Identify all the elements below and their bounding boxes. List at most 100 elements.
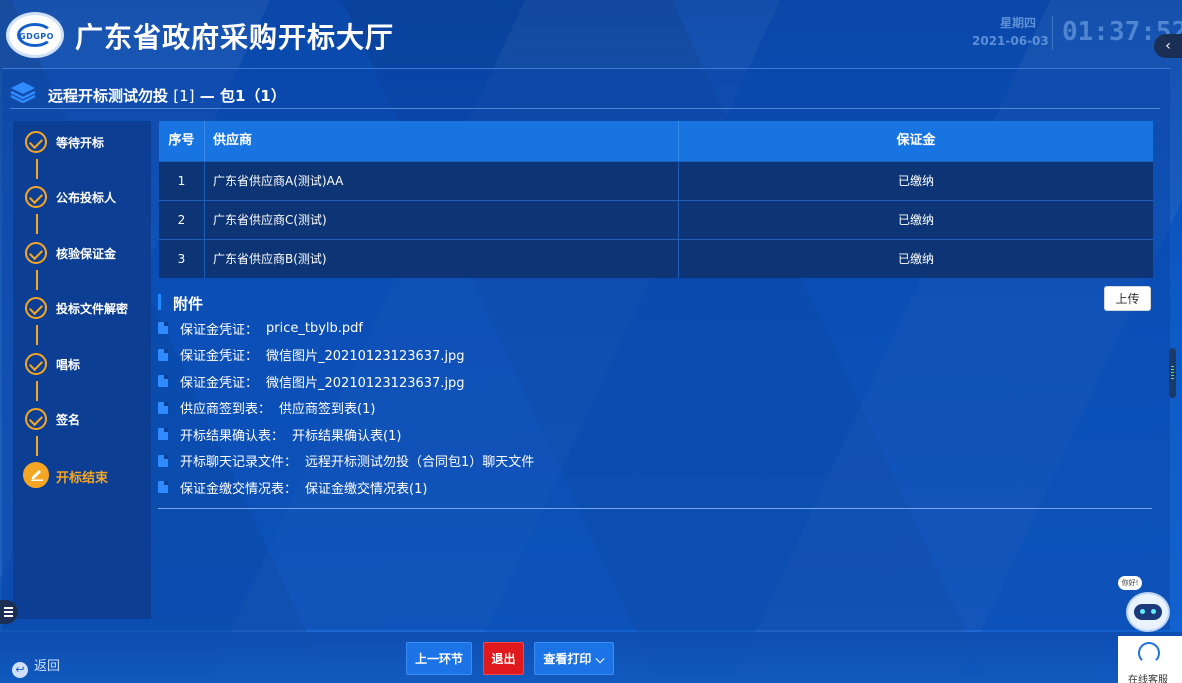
- table-row: 1 广东省供应商A(测试)AA 已缴纳: [159, 161, 1153, 200]
- file-icon: [158, 401, 168, 414]
- check-icon: [25, 186, 47, 208]
- step-label: 唱标: [56, 358, 81, 372]
- step-label: 签名: [56, 413, 81, 427]
- step-label: 核验保证金: [56, 247, 117, 261]
- header: GDGPO 广东省政府采购开标大厅 星期四 2021-06-03 01:37:5…: [0, 0, 1182, 66]
- column-header-deposit: 保证金: [896, 133, 936, 148]
- page-title-main: 远程开标测试勿投: [48, 87, 169, 105]
- cell-supplier: 广东省供应商A(测试)AA: [205, 162, 679, 200]
- step-item: 唱标: [25, 353, 151, 375]
- attachment-item[interactable]: 开标聊天记录文件： 远程开标测试勿投（合同包1）聊天文件: [158, 448, 1152, 475]
- weekday: 星期四: [1000, 16, 1037, 30]
- attachments-list: 保证金凭证： price_tbylb.pdf 保证金凭证： 微信图片_20210…: [158, 315, 1152, 501]
- cell-index: 3: [159, 240, 205, 278]
- back-arrow-icon: ↩: [12, 662, 28, 678]
- attachment-item[interactable]: 供应商签到表： 供应商签到表(1): [158, 395, 1152, 422]
- robot-icon: [1126, 592, 1170, 632]
- exit-button[interactable]: 退出: [483, 642, 524, 675]
- file-icon: [158, 454, 168, 467]
- attachment-link[interactable]: 开标结果确认表(1): [292, 425, 401, 444]
- chevron-down-icon: ⌵: [591, 652, 605, 666]
- attachment-key: 开标聊天记录文件：: [180, 455, 298, 471]
- check-icon: [25, 131, 47, 153]
- table-header: 序号 供应商 保证金: [159, 121, 1153, 161]
- check-icon: [25, 353, 47, 375]
- view-print-button[interactable]: 查看打印 ⌵: [534, 642, 614, 675]
- file-icon: [158, 481, 168, 494]
- check-icon: [25, 408, 47, 430]
- attachment-item[interactable]: 保证金凭证： 微信图片_20210123123637.jpg: [158, 342, 1152, 369]
- column-header-index: 序号: [159, 121, 205, 161]
- menu-icon: [4, 607, 13, 609]
- attachment-item[interactable]: 保证金凭证： price_tbylb.pdf: [158, 315, 1152, 342]
- attachment-link[interactable]: 微信图片_20210123123637.jpg: [266, 372, 465, 391]
- view-print-label: 查看打印: [543, 652, 592, 666]
- step-label: 投标文件解密: [56, 302, 129, 316]
- attachment-link[interactable]: 微信图片_20210123123637.jpg: [266, 345, 465, 364]
- step-item: 核验保证金: [25, 242, 151, 264]
- headset-icon: [1138, 642, 1160, 664]
- file-icon: [158, 322, 168, 335]
- chevron-left-icon[interactable]: ‹: [1154, 34, 1182, 58]
- step-sidebar: 等待开标 公布投标人 核验保证金 投标文件解密 唱标 签名 开标结束: [13, 121, 151, 619]
- layers-icon: [10, 82, 36, 103]
- file-icon: [158, 375, 168, 388]
- assistant-robot[interactable]: 你好!: [1116, 574, 1176, 636]
- attachment-item[interactable]: 保证金凭证： 微信图片_20210123123637.jpg: [158, 368, 1152, 395]
- table-row: 3 广东省供应商B(测试) 已缴纳: [159, 239, 1153, 278]
- step-label: 公布投标人: [56, 191, 117, 205]
- cell-supplier: 广东省供应商C(测试): [205, 201, 679, 239]
- logo: GDGPO: [6, 12, 64, 58]
- step-item: 公布投标人: [25, 186, 151, 208]
- check-icon: [25, 242, 47, 264]
- step-item: 投标文件解密: [25, 297, 151, 319]
- section-accent-bar: [158, 294, 161, 310]
- page-title-bracket: [1]: [173, 87, 195, 105]
- table-row: 2 广东省供应商C(测试) 已缴纳: [159, 200, 1153, 239]
- online-service-button[interactable]: 在线客服: [1118, 636, 1182, 683]
- footer-bar: ↩ 返回 上一环节 退出 查看打印 ⌵: [0, 632, 1182, 683]
- step-item: 签名: [25, 408, 151, 430]
- logo-text: GDGPO: [19, 32, 54, 41]
- scrollbar-thumb[interactable]: [1169, 348, 1176, 398]
- panel-title-row: 远程开标测试勿投 [1] — 包1（1）: [10, 75, 1160, 109]
- step-item: 等待开标: [25, 131, 151, 153]
- step-connector: [36, 325, 38, 345]
- attachment-key: 保证金缴交情况表：: [180, 481, 298, 497]
- attachment-key: 供应商签到表：: [180, 402, 272, 418]
- step-label: 等待开标: [56, 136, 105, 150]
- step-connector: [36, 436, 38, 456]
- attachments-title: 附件: [173, 295, 204, 313]
- page-title-suffix: — 包1（1）: [199, 87, 286, 105]
- cell-deposit: 已缴纳: [897, 213, 934, 227]
- file-icon: [158, 348, 168, 361]
- attachment-key: 开标结果确认表：: [180, 428, 285, 444]
- attachment-link[interactable]: 保证金缴交情况表(1): [305, 478, 427, 497]
- supplier-table: 序号 供应商 保证金 1 广东省供应商A(测试)AA 已缴纳 2 广东省供应商C…: [159, 121, 1153, 278]
- attachment-key: 保证金凭证：: [180, 322, 259, 338]
- check-icon: [25, 297, 47, 319]
- attachments-divider: [158, 508, 1152, 509]
- pencil-icon: [31, 470, 43, 481]
- cell-deposit: 已缴纳: [897, 174, 934, 188]
- upload-button[interactable]: 上传: [1104, 286, 1151, 311]
- step-connector: [36, 159, 38, 179]
- attachment-link[interactable]: price_tbylb.pdf: [266, 321, 363, 336]
- clock-divider: [1052, 16, 1053, 50]
- grip-icon: [1171, 366, 1174, 367]
- cell-deposit: 已缴纳: [897, 252, 934, 266]
- attachments-header: 附件 上传: [158, 286, 1152, 316]
- attachment-item[interactable]: 保证金缴交情况表： 保证金缴交情况表(1): [158, 474, 1152, 501]
- file-icon: [158, 428, 168, 441]
- column-header-supplier: 供应商: [205, 121, 679, 161]
- step-active-marker: [23, 462, 49, 488]
- previous-step-button[interactable]: 上一环节: [406, 642, 472, 675]
- attachment-link[interactable]: 供应商签到表(1): [279, 398, 375, 417]
- attachment-item[interactable]: 开标结果确认表： 开标结果确认表(1): [158, 421, 1152, 448]
- cell-index: 1: [159, 162, 205, 200]
- attachment-link[interactable]: 远程开标测试勿投（合同包1）聊天文件: [305, 451, 534, 470]
- step-connector: [36, 381, 38, 401]
- back-link[interactable]: ↩ 返回: [12, 655, 60, 678]
- service-label: 在线客服: [1128, 675, 1168, 683]
- date: 2021-06-03: [972, 34, 1049, 48]
